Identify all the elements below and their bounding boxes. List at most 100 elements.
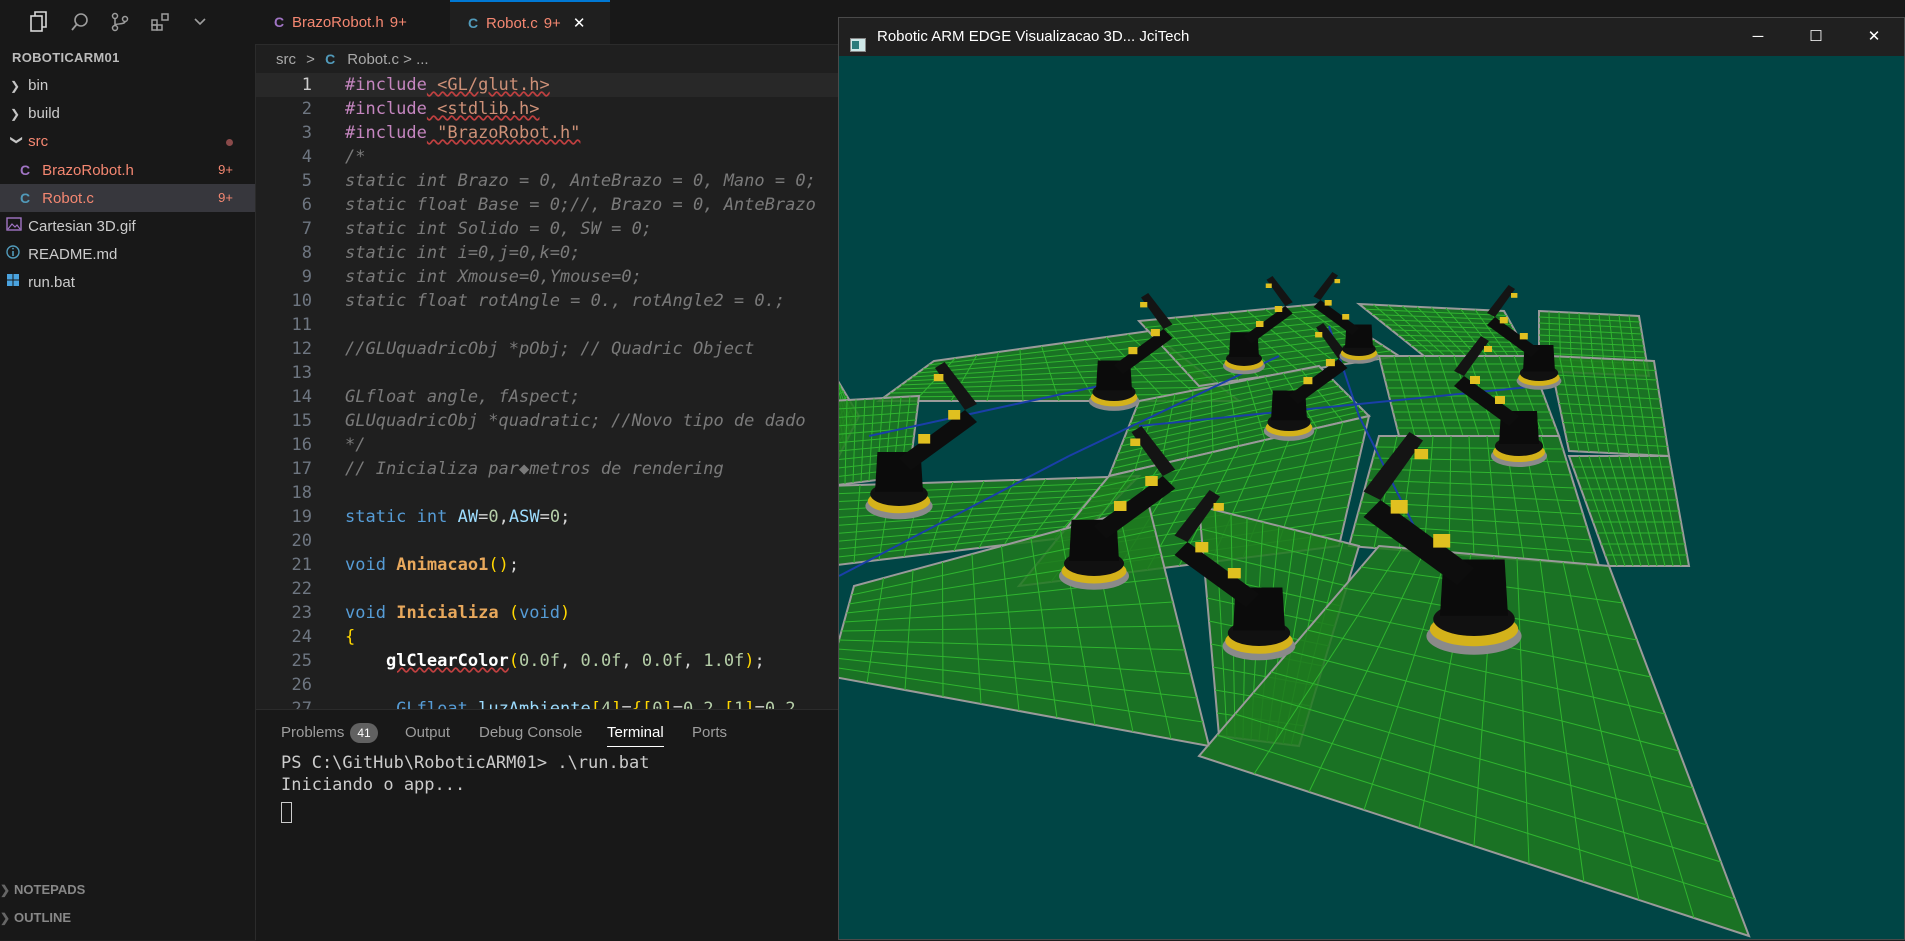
line-code: #include "BrazoRobot.h" [345, 123, 581, 143]
code-line[interactable]: 4 /* [256, 145, 840, 169]
tab-robot-c[interactable]: C Robot.c 9+ ✕ [450, 0, 610, 44]
tree-item-label: Robot.c [42, 190, 94, 207]
code-line[interactable]: 6 static float Base = 0;//, Brazo = 0, An… [256, 193, 840, 217]
line-number: 12 [291, 339, 312, 359]
chevron-down-icon[interactable] [188, 10, 212, 34]
line-code: #include <GL/glut.h> [345, 75, 550, 95]
image-file-icon [6, 212, 24, 240]
opengl-window[interactable]: Robotic ARM EDGE Visualizacao 3D... JciT… [838, 17, 1905, 940]
code-line[interactable]: 20 [256, 529, 840, 553]
breadcrumb-tail[interactable]: > ... [403, 51, 428, 68]
tab-ports[interactable]: Ports [692, 720, 727, 746]
tree-file-run-bat[interactable]: run.bat [0, 268, 255, 296]
explorer-icon[interactable] [27, 10, 51, 34]
tree-folder-src[interactable]: ❯ src [0, 128, 255, 156]
code-line[interactable]: 3 #include "BrazoRobot.h" [256, 121, 840, 145]
code-line[interactable]: 15 GLUquadricObj *quadratic; //Novo tipo … [256, 409, 840, 433]
extensions-icon[interactable] [148, 10, 172, 34]
source-control-icon[interactable] [108, 10, 132, 34]
line-code: GLUquadricObj *quadratic; //Novo tipo de… [345, 411, 806, 431]
tab-terminal[interactable]: Terminal [607, 720, 664, 747]
explorer-root-title[interactable]: ROBOTICARM01 [0, 44, 255, 72]
line-number: 20 [291, 531, 312, 551]
code-line[interactable]: 25 glClearColor(0.0f, 0.0f, 0.0f, 1.0f); [256, 649, 840, 673]
app-icon [850, 29, 866, 52]
tree-folder-build[interactable]: ❯ build [0, 100, 255, 128]
line-number: 7 [301, 219, 312, 239]
breadcrumb-file[interactable]: Robot.c [347, 51, 399, 68]
bottom-panel: Problems 41 Output Debug Console Terminal… [256, 709, 840, 941]
tab-problems[interactable]: Problems 41 [281, 720, 378, 746]
code-line[interactable]: 18 [256, 481, 840, 505]
tree-file-readme[interactable]: README.md [0, 240, 255, 268]
code-line[interactable]: 9 static int Xmouse=0,Ymouse=0; [256, 265, 840, 289]
tab-close-icon[interactable]: ✕ [573, 15, 586, 32]
close-button[interactable]: ✕ [1845, 18, 1903, 56]
robot-forearm [1266, 276, 1293, 306]
tab-brazorobot-h[interactable]: C BrazoRobot.h 9+ [256, 0, 450, 44]
line-code: #include <stdlib.h> [345, 99, 540, 119]
tab-debug-console[interactable]: Debug Console [479, 720, 582, 746]
window-title: Robotic ARM EDGE Visualizacao 3D... JciT… [877, 28, 1190, 45]
code-line[interactable]: 10 static float rotAngle = 0., rotAngle2 … [256, 289, 840, 313]
render-viewport[interactable] [839, 56, 1904, 939]
c-file-icon: C [20, 162, 31, 178]
terminal-cursor[interactable] [281, 802, 292, 823]
code-line[interactable]: 8 static int i=0,j=0,k=0; [256, 241, 840, 265]
line-code: // Inicializa par◆metros de rendering [345, 459, 724, 479]
code-editor[interactable]: 1 #include <GL/glut.h> 2 #include <stdlib.h… [256, 73, 840, 709]
code-line[interactable]: 2 #include <stdlib.h> [256, 97, 840, 121]
code-line[interactable]: 17 // Inicializa par◆metros de rendering [256, 457, 840, 481]
code-line[interactable]: 26 [256, 673, 840, 697]
code-line[interactable]: 7 static int Solido = 0, SW = 0; [256, 217, 840, 241]
minimize-button[interactable]: ─ [1729, 18, 1787, 56]
tree-item-label: Cartesian 3D.gif [28, 218, 136, 235]
tab-label: BrazoRobot.h [292, 14, 384, 31]
maximize-button[interactable]: ☐ [1787, 18, 1845, 56]
line-code: void Inicializa (void) [345, 603, 571, 623]
line-number: 14 [291, 387, 312, 407]
line-number: 5 [301, 171, 312, 191]
line-code: */ [345, 435, 366, 455]
tree-folder-bin[interactable]: ❯ bin [0, 72, 255, 100]
code-line[interactable]: 14 GLfloat angle, fAspect; [256, 385, 840, 409]
notepads-label: NOTEPADS [14, 882, 86, 897]
window-title-bar[interactable]: Robotic ARM EDGE Visualizacao 3D... JciT… [839, 18, 1904, 56]
code-line[interactable]: 23 void Inicializa (void) [256, 601, 840, 625]
code-line[interactable]: 27 GLfloat luzAmbiente[4]={[0]=0.2,[1]=0… [256, 697, 840, 709]
tree-item-label: build [28, 105, 60, 122]
code-line[interactable]: 11 [256, 313, 840, 337]
code-line[interactable]: 16 */ [256, 433, 840, 457]
tree-file-robot-c[interactable]: C Robot.c 9+ [0, 184, 255, 212]
tree-item-label: run.bat [28, 274, 75, 291]
code-line[interactable]: 13 [256, 361, 840, 385]
tree-file-brazorobot-h[interactable]: C BrazoRobot.h 9+ [0, 156, 255, 184]
code-line[interactable]: 24 { [256, 625, 840, 649]
line-number: 1 [301, 75, 312, 95]
robot-joint [1274, 306, 1283, 312]
code-line[interactable]: 5 static int Brazo = 0, AnteBrazo = 0, Ma… [256, 169, 840, 193]
robot-joint [1390, 500, 1408, 514]
robot-joint [918, 434, 931, 444]
breadcrumb-folder[interactable]: src [276, 51, 296, 68]
robot-joint [933, 374, 944, 382]
notepads-section[interactable]: ❯ NOTEPADS [0, 876, 255, 904]
code-line[interactable]: 21 void Animacao1(); [256, 553, 840, 577]
code-line[interactable]: 19 static int AW=0,ASW=0; [256, 505, 840, 529]
outline-section[interactable]: ❯ OUTLINE [0, 904, 255, 932]
outline-label: OUTLINE [14, 910, 72, 925]
line-number: 13 [291, 363, 312, 383]
code-line[interactable]: 1 #include <GL/glut.h> [256, 73, 840, 97]
tab-output[interactable]: Output [405, 720, 450, 746]
tree-file-cartesian-gif[interactable]: Cartesian 3D.gif [0, 212, 255, 240]
robot-joint [1334, 279, 1341, 284]
chevron-right-icon: ❯ [0, 911, 11, 925]
line-code: static int Solido = 0, SW = 0; [345, 219, 653, 239]
robot-joint [1433, 534, 1451, 548]
robot-joint [1195, 542, 1209, 553]
robot-joint [1511, 293, 1518, 298]
line-code: static int i=0,j=0,k=0; [345, 243, 581, 263]
code-line[interactable]: 22 [256, 577, 840, 601]
code-line[interactable]: 12 //GLUquadricObj *pObj; // Quadric Obje… [256, 337, 840, 361]
search-icon[interactable] [68, 10, 92, 34]
